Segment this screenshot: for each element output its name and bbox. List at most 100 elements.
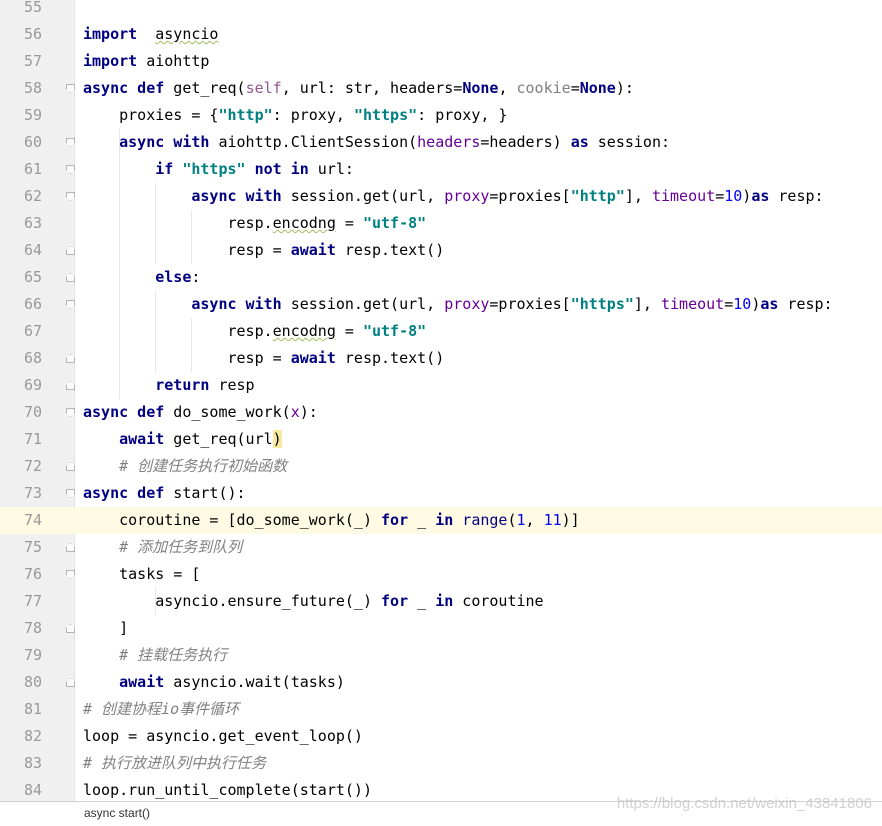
fold-collapse-icon[interactable] [66, 84, 75, 93]
code-editor[interactable]: 55 56 import asyncio 57 import aiohttp 58 asyn… [0, 0, 882, 801]
code-text: resp.encodng = "utf-8" [83, 318, 426, 345]
code-token: else [155, 268, 192, 286]
code-token: resp: [778, 295, 833, 313]
code-token: , [498, 79, 517, 97]
code-token: resp [209, 376, 255, 394]
code-token: = [724, 295, 734, 313]
fold-end-icon[interactable] [66, 273, 75, 282]
line-number: 60 [23, 133, 42, 151]
line-number: 83 [23, 754, 42, 772]
fold-collapse-icon[interactable] [66, 489, 75, 498]
code-token: aiohttp.ClientSession( [209, 133, 418, 151]
code-line[interactable]: 59 proxies = {"http": proxy, "https": pr… [0, 102, 882, 129]
code-token: async with [191, 295, 282, 313]
fold-end-icon[interactable] [66, 624, 75, 633]
code-line[interactable]: 63 resp.encodng = "utf-8" [0, 210, 882, 237]
code-text: return resp [83, 372, 255, 399]
code-line[interactable]: 66 async with session.get(url, proxy=pro… [0, 291, 882, 318]
indent-guide [155, 183, 156, 264]
fold-end-icon[interactable] [66, 381, 75, 390]
code-token: "http" [218, 106, 273, 124]
line-number: 73 [23, 484, 42, 502]
line-number: 61 [23, 160, 42, 178]
code-token: resp. [83, 322, 273, 340]
line-number: 55 [23, 0, 42, 16]
fold-collapse-icon[interactable] [66, 300, 75, 309]
code-token: =proxies[ [489, 295, 571, 313]
code-line[interactable]: 67 resp.encodng = "utf-8" [0, 318, 882, 345]
code-line[interactable]: 75 # 添加任务到队列 [0, 534, 882, 561]
code-line[interactable]: 79 # 挂载任务执行 [0, 642, 882, 669]
code-line[interactable]: 77 asyncio.ensure_future(_) for _ in cor… [0, 588, 882, 615]
fold-end-icon[interactable] [66, 462, 75, 471]
code-token: x [290, 403, 300, 421]
code-line[interactable]: 60 async with aiohttp.ClientSession(head… [0, 129, 882, 156]
code-token: "utf-8" [362, 214, 427, 232]
fold-collapse-icon[interactable] [66, 570, 75, 579]
code-line[interactable]: 83 # 执行放进队列中执行任务 [0, 750, 882, 777]
code-token: resp. [83, 214, 273, 232]
code-line[interactable]: 62 async with session.get(url, proxy=pro… [0, 183, 882, 210]
code-token: coroutine [453, 592, 544, 610]
indent-guide [119, 129, 120, 399]
line-number: 68 [23, 349, 42, 367]
code-line[interactable]: 74 coroutine = [do_some_work(_) for _ in… [0, 507, 882, 534]
code-token: # 创建任务执行初始函数 [83, 457, 288, 475]
line-number: 57 [23, 52, 42, 70]
code-line[interactable]: 61 if "https" not in url: [0, 156, 882, 183]
code-line[interactable]: 78 ] [0, 615, 882, 642]
code-token: "utf-8" [362, 322, 427, 340]
code-token: proxies = { [83, 106, 219, 124]
code-token: async def [83, 79, 165, 97]
code-text: ] [83, 615, 128, 642]
code-token: proxy [444, 295, 490, 313]
line-number: 69 [23, 376, 42, 394]
code-text: # 挂载任务执行 [83, 642, 227, 669]
code-line[interactable]: 69 return resp [0, 372, 882, 399]
code-line[interactable]: 55 [0, 0, 882, 21]
fold-end-icon[interactable] [66, 543, 75, 552]
line-number: 76 [23, 565, 42, 583]
code-token: return [155, 376, 210, 394]
code-line[interactable]: 57 import aiohttp [0, 48, 882, 75]
fold-collapse-icon[interactable] [66, 192, 75, 201]
code-text: resp = await resp.text() [83, 237, 444, 264]
code-token: resp.text() [335, 349, 445, 367]
fold-collapse-icon[interactable] [66, 138, 75, 147]
code-line[interactable]: 64 resp = await resp.text() [0, 237, 882, 264]
code-token: start(): [164, 484, 246, 502]
code-token: None [579, 79, 616, 97]
breadcrumb-label[interactable]: async start() [84, 802, 150, 824]
line-number: 79 [23, 646, 42, 664]
code-text: tasks = [ [83, 561, 200, 588]
code-line[interactable]: 56 import asyncio [0, 21, 882, 48]
code-text: # 添加任务到队列 [83, 534, 242, 561]
code-token: ): [615, 79, 634, 97]
fold-end-icon[interactable] [66, 246, 75, 255]
code-line[interactable]: 80 await asyncio.wait(tasks) [0, 669, 882, 696]
code-line[interactable]: 65 else: [0, 264, 882, 291]
code-text: await asyncio.wait(tasks) [83, 669, 345, 696]
code-line[interactable]: 81 # 创建协程io事件循环 [0, 696, 882, 723]
code-token: "https" [353, 106, 418, 124]
fold-collapse-icon[interactable] [66, 408, 75, 417]
code-line[interactable]: 73 async def start(): [0, 480, 882, 507]
code-line[interactable]: 58 async def get_req(self, url: str, head… [0, 75, 882, 102]
code-token: aiohttp [137, 52, 210, 70]
fold-end-icon[interactable] [66, 678, 75, 687]
fold-collapse-icon[interactable] [66, 165, 75, 174]
code-line[interactable]: 82 loop = asyncio.get_event_loop() [0, 723, 882, 750]
code-token: =headers) [480, 133, 571, 151]
code-line[interactable]: 71 await get_req(url) [0, 426, 882, 453]
code-token: async def [83, 484, 165, 502]
code-line[interactable]: 70 async def do_some_work(x): [0, 399, 882, 426]
code-line[interactable]: 72 # 创建任务执行初始函数 [0, 453, 882, 480]
code-token: session: [588, 133, 671, 151]
code-token: get_req(url [164, 430, 273, 448]
code-line[interactable]: 76 tasks = [ [0, 561, 882, 588]
fold-end-icon[interactable] [66, 354, 75, 363]
code-token: asyncio [155, 25, 219, 43]
code-line[interactable]: 68 resp = await resp.text() [0, 345, 882, 372]
